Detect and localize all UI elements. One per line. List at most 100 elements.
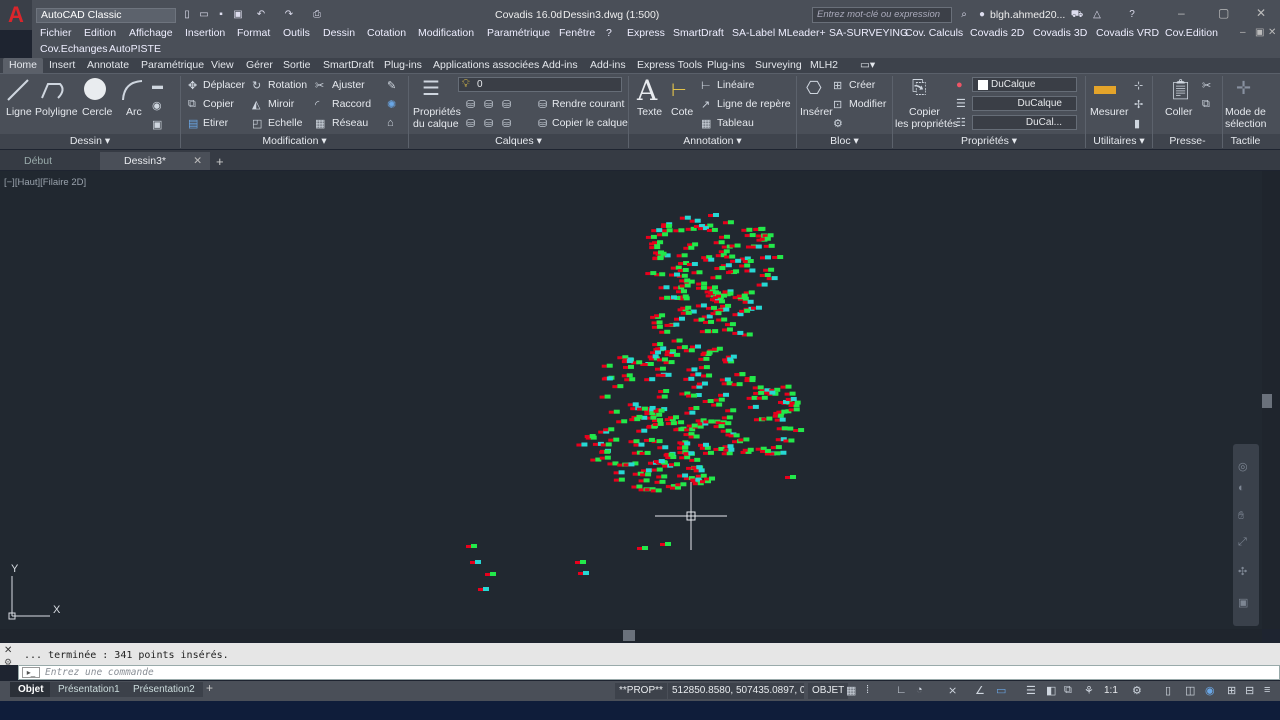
layer-tool-icon-6[interactable]: ⛁ xyxy=(502,117,511,130)
menu-item[interactable]: SA-SURVEYING xyxy=(829,27,908,39)
copier-proprietes-label-2[interactable]: les propriétés xyxy=(895,118,958,130)
osnap-icon[interactable]: ⨯ xyxy=(948,684,957,697)
ribbon-tab[interactable]: Add-ins xyxy=(590,58,626,73)
menu-item[interactable]: Cov.Edition xyxy=(1165,27,1218,39)
menu-item[interactable]: Cotation xyxy=(367,27,406,39)
touch-icon[interactable]: ✛ xyxy=(1236,78,1251,99)
layer-tool-icon-1[interactable]: ⛁ xyxy=(466,98,475,111)
menu-item[interactable]: ? xyxy=(606,27,612,39)
lineaire-button[interactable]: Linéaire xyxy=(717,79,754,91)
menu-item[interactable]: Express xyxy=(627,27,665,39)
showmotion-icon[interactable]: ▣ xyxy=(1238,596,1248,609)
panel-title-calques[interactable]: Calques ▾ xyxy=(409,134,628,149)
text-icon[interactable]: A xyxy=(637,74,657,107)
pan-hand-icon[interactable]: ✋︎ xyxy=(1238,510,1244,523)
panel-title-presse-papiers[interactable]: Presse-papiers xyxy=(1153,134,1222,162)
utility-icon-2[interactable]: ✢ xyxy=(1134,98,1143,111)
region-icon[interactable]: ▣ xyxy=(152,118,162,131)
cercle-label[interactable]: Cercle xyxy=(82,106,112,118)
utility-icon-3[interactable]: ▮ xyxy=(1134,117,1140,130)
horizontal-scroll-thumb[interactable] xyxy=(623,630,635,641)
ribbon-tab[interactable]: Surveying xyxy=(755,58,802,73)
measure-icon[interactable] xyxy=(1094,86,1116,94)
panel-title-bloc[interactable]: Bloc ▾ xyxy=(797,134,892,149)
user-icon[interactable]: ● xyxy=(975,8,989,21)
close-command-icon[interactable]: ✕ xyxy=(4,645,12,656)
menu-item[interactable]: SmartDraft xyxy=(673,27,724,39)
layer-dropdown[interactable]: 0 xyxy=(458,77,622,92)
transparency-icon[interactable]: ◧ xyxy=(1046,684,1056,697)
ribbon-tab[interactable]: Sortie xyxy=(283,58,310,73)
ajuster-button[interactable]: Ajuster xyxy=(332,79,365,91)
menu-item[interactable]: Paramétrique xyxy=(487,27,550,39)
echelle-button[interactable]: Echelle xyxy=(268,117,302,129)
command-input[interactable]: Entrez une commande xyxy=(18,665,1280,680)
orbit-3d-icon[interactable]: ✣ xyxy=(1238,565,1247,578)
user-name[interactable]: blgh.ahmed20... xyxy=(990,9,1065,21)
dimension-icon[interactable]: ⊢ xyxy=(671,80,687,101)
open-icon[interactable]: ▭ xyxy=(197,8,211,21)
plot-icon[interactable]: ⎙ xyxy=(310,8,324,21)
hardware-accel-icon[interactable]: ◉ xyxy=(1205,684,1215,697)
steering-wheel-icon[interactable]: ◎ xyxy=(1238,460,1248,473)
menu-item[interactable]: SA-Label xyxy=(732,27,775,39)
erase-icon[interactable]: ✎ xyxy=(387,79,396,92)
ribbon-tab[interactable]: Annotate xyxy=(87,58,129,73)
arc-label[interactable]: Arc xyxy=(126,106,142,118)
menu-item[interactable]: Covadis VRD xyxy=(1096,27,1159,39)
reseau-button[interactable]: Réseau xyxy=(332,117,368,129)
menu-item[interactable]: Format xyxy=(237,27,270,39)
orbit-icon[interactable]: ◐ xyxy=(1238,482,1245,494)
ribbon-options-icon[interactable]: ▭▾ xyxy=(860,58,875,73)
linetype-dropdown[interactable]: DuCalque xyxy=(972,96,1077,111)
menu-item[interactable]: Dessin xyxy=(323,27,355,39)
tableau-button[interactable]: Tableau xyxy=(717,117,754,129)
coller-label[interactable]: Coller xyxy=(1165,106,1192,118)
polyline-icon[interactable] xyxy=(40,78,66,102)
ligne-label[interactable]: Ligne xyxy=(6,106,32,118)
copier-button[interactable]: Copier xyxy=(203,98,234,110)
zoom-extents-icon[interactable]: ⤢ xyxy=(1238,536,1247,549)
tab-presentation1[interactable]: Présentation1 xyxy=(50,682,128,697)
rotation-button[interactable]: Rotation xyxy=(268,79,307,91)
lightbulb-icon[interactable]: 💡︎ xyxy=(462,78,470,91)
polyligne-label[interactable]: Polyligne xyxy=(35,106,78,118)
menu-item[interactable]: MLeader+ xyxy=(778,27,826,39)
save-as-icon[interactable]: ▣ xyxy=(231,8,245,21)
vertical-scroll-thumb[interactable] xyxy=(1262,394,1272,408)
workspace-selector[interactable]: AutoCAD Classic xyxy=(36,8,176,23)
cote-label[interactable]: Cote xyxy=(671,106,693,118)
modifier-button[interactable]: Modifier xyxy=(849,98,886,110)
lineweight-toggle-icon[interactable]: ☰ xyxy=(1026,684,1036,697)
copier-calque-button[interactable]: Copier le calque xyxy=(552,117,628,129)
copier-proprietes-label[interactable]: Copier xyxy=(909,106,940,118)
help-icon[interactable]: ? xyxy=(1125,8,1139,21)
doc-restore-icon[interactable]: ▣ xyxy=(1255,27,1264,38)
mode-selection-label-2[interactable]: sélection xyxy=(1225,118,1266,130)
ribbon-tab[interactable]: Plug-ins xyxy=(707,58,745,73)
annotation-scale[interactable]: 1:1 xyxy=(1104,685,1118,696)
units-icon[interactable]: ◫ xyxy=(1185,684,1195,697)
tab-objet[interactable]: Objet xyxy=(10,682,52,697)
ribbon-tab[interactable]: View xyxy=(211,58,234,73)
tab-presentation2[interactable]: Présentation2 xyxy=(125,682,203,697)
workspace-gear-icon[interactable]: ⚙ xyxy=(1132,684,1142,697)
new-icon[interactable]: ▯ xyxy=(180,8,194,21)
model-space-button[interactable]: OBJET xyxy=(808,683,849,699)
menu-item[interactable]: Insertion xyxy=(185,27,225,39)
lineweight-dropdown[interactable]: DuCal... xyxy=(972,115,1077,130)
inserer-label[interactable]: Insérer xyxy=(800,106,833,118)
mesurer-label[interactable]: Mesurer xyxy=(1090,106,1129,118)
insert-icon[interactable]: ⎔ xyxy=(806,78,822,99)
texte-label[interactable]: Texte xyxy=(637,106,662,118)
line-icon[interactable] xyxy=(6,78,30,102)
ribbon-tab[interactable]: Plug-ins xyxy=(384,58,422,73)
tab-dessin3[interactable]: Dessin3* ✕ xyxy=(100,152,210,170)
menu-item[interactable]: Fichier xyxy=(40,27,72,39)
menu-item[interactable]: Covadis 2D xyxy=(970,27,1024,39)
clean-screen-icon[interactable]: ⊟ xyxy=(1245,684,1254,697)
panel-title-utilitaires[interactable]: Utilitaires ▾ xyxy=(1086,134,1152,149)
menu-item[interactable]: Outils xyxy=(283,27,310,39)
ribbon-tab[interactable]: Express Tools xyxy=(637,58,702,73)
grid-icon[interactable]: ▦ xyxy=(846,684,856,697)
